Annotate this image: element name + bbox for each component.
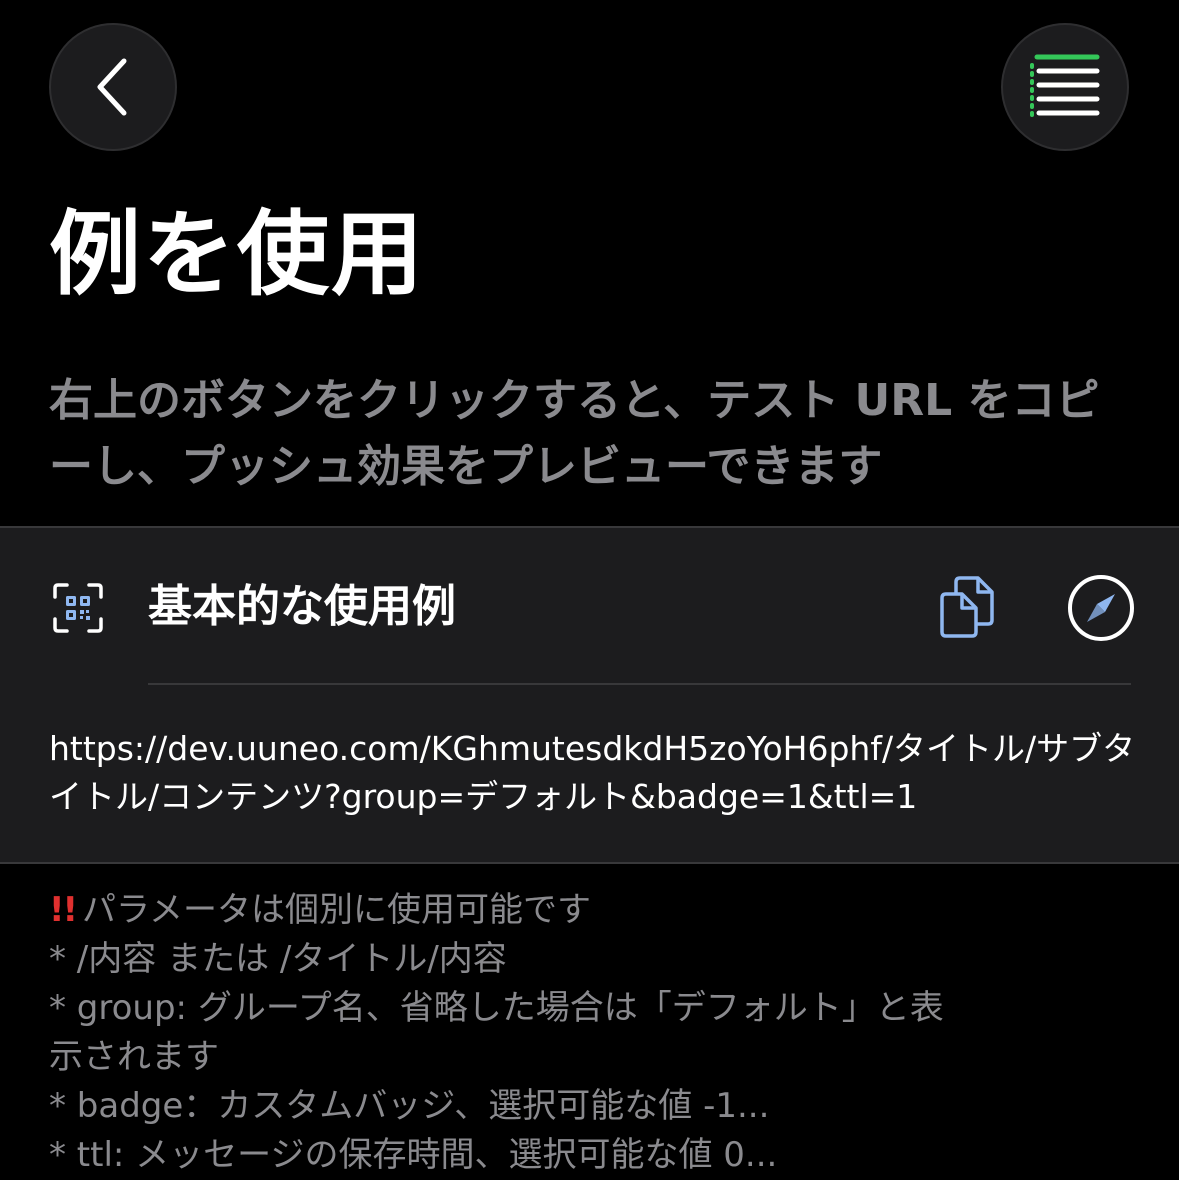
notes-line-4: * badge：カスタムバッジ、選択可能な値 -1... — [49, 1086, 770, 1126]
notes-line-1: !! パラメータは個別に使用可能です — [49, 890, 591, 930]
notes-line-2: * /内容 または /タイトル/内容 — [49, 939, 507, 979]
back-button[interactable] — [49, 23, 177, 151]
double-exclamation-icon: !! — [49, 890, 78, 930]
parameter-notes: !! パラメータは個別に使用可能です * /内容 または /タイトル/内容 * g… — [49, 886, 1149, 1180]
notes-line-5: * ttl: メッセージの保存時間、選択可能な値 0... — [49, 1135, 778, 1175]
list-icon — [1030, 54, 1100, 119]
qr-code-scan-icon — [53, 583, 103, 633]
page-description: 右上のボタンをクリックすると、テスト URL をコピーし、プッシュ効果をプレビュ… — [49, 375, 1100, 492]
example-url: https://dev.uuneo.com/KGhmutesdkdH5zoYoH… — [49, 729, 1136, 816]
copy-button[interactable] — [940, 574, 998, 640]
notes-line-3: * group: グループ名、省略した場合は「デフォルト」と表示されます — [49, 988, 944, 1077]
page-title: 例を使用 — [49, 201, 426, 308]
chevron-left-icon — [97, 58, 127, 116]
menu-button[interactable] — [1001, 23, 1129, 151]
card-divider — [148, 683, 1131, 685]
copy-document-icon — [940, 576, 994, 638]
open-in-safari-button[interactable] — [1067, 574, 1135, 642]
safari-compass-icon — [1068, 575, 1134, 641]
example-card: 基本的な使用例 https://dev.uuneo.com/KGhmutesdk… — [0, 526, 1179, 864]
card-title: 基本的な使用例 — [148, 581, 456, 632]
